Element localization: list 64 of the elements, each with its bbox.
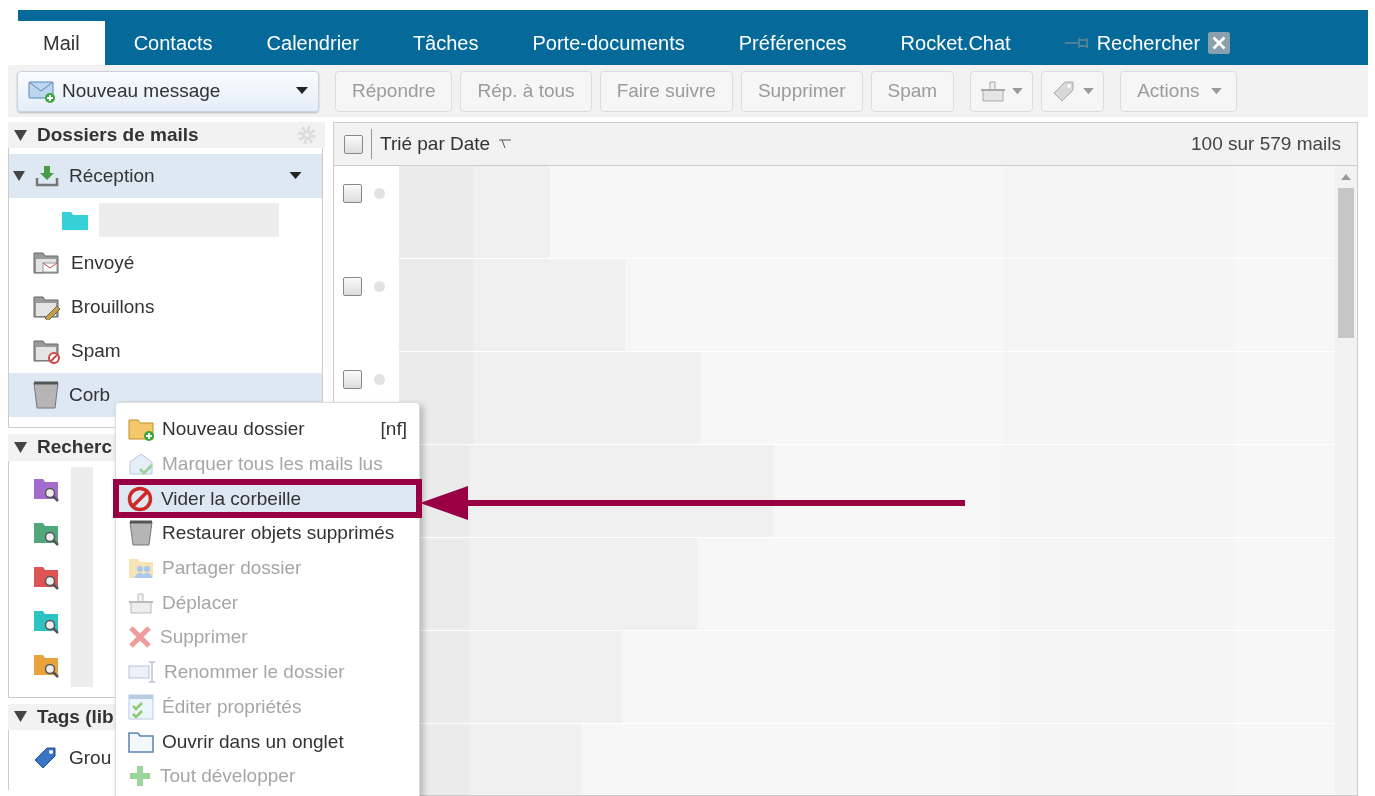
tab[interactable]: Tâches [387, 21, 504, 65]
folder-label[interactable]: Envoyé [71, 252, 135, 275]
unread-dot[interactable] [374, 188, 385, 199]
shortcut-label: [nf] [380, 418, 407, 441]
caret-icon [1211, 87, 1223, 95]
shared-folder-icon [128, 556, 154, 581]
sort-icon[interactable] [498, 139, 513, 149]
collapse-icon[interactable] [14, 442, 27, 453]
folder-item[interactable]: Réception [9, 154, 322, 199]
tab[interactable]: Rocket.Chat [875, 21, 1036, 65]
folder-label[interactable]: Grou [69, 747, 112, 769]
box-icon [128, 590, 154, 615]
select-all-checkbox[interactable] [344, 134, 363, 154]
folder-pencil-icon [33, 294, 61, 321]
menu-item[interactable]: Restaurer objets supprimés [116, 516, 419, 551]
scroll-up-icon[interactable] [1341, 174, 1351, 180]
collapse-icon[interactable] [14, 711, 27, 723]
scroll-thumb[interactable] [1338, 188, 1354, 338]
checklist-icon [128, 693, 154, 720]
trash-icon [128, 520, 154, 547]
tag-icon [33, 745, 59, 771]
caret-icon [1012, 87, 1024, 95]
folder-label[interactable]: Brouillons [71, 296, 155, 319]
tab[interactable]: Préférences [713, 21, 872, 65]
envelope-plus-icon [28, 79, 56, 103]
row-checkbox[interactable] [343, 370, 362, 389]
sort-label[interactable]: Trié par Date [380, 133, 491, 155]
folder-plus-icon [128, 417, 154, 442]
no-entry-icon [127, 485, 153, 512]
menu-item[interactable]: Ouvrir dans un onglet [116, 724, 419, 759]
caret-icon [296, 87, 308, 95]
trash-icon [33, 381, 59, 410]
section-title: Tags (lib [37, 705, 114, 728]
plus-icon [128, 764, 152, 789]
scrollbar[interactable] [1335, 166, 1357, 795]
unread-dot[interactable] [374, 374, 385, 385]
folder-blocked-icon [33, 338, 61, 365]
tab[interactable]: Calendrier [241, 21, 384, 65]
folder-envelope-icon [33, 250, 61, 277]
row-checkbox[interactable] [343, 184, 362, 203]
box-icon [980, 79, 1007, 103]
caret-icon [1083, 87, 1095, 95]
unread-dot[interactable] [374, 281, 385, 292]
close-icon [128, 625, 152, 650]
collapse-icon[interactable] [14, 129, 27, 141]
tab[interactable]: Porte-documents [507, 21, 710, 65]
pin-icon [1064, 36, 1091, 50]
rename-icon [128, 660, 156, 685]
mail-count: 100 sur 579 mails [1191, 133, 1341, 155]
caret-icon[interactable] [289, 172, 302, 181]
envelope-check-icon [128, 452, 154, 477]
section-header[interactable]: Dossiers de mails [8, 122, 325, 149]
tab[interactable]: Mail [18, 21, 105, 65]
folder-label[interactable]: Spam [71, 340, 121, 363]
collapse-icon[interactable] [13, 171, 25, 182]
tab[interactable]: Rechercher [1039, 21, 1256, 65]
menu-item[interactable]: Vider la corbeille [115, 481, 420, 517]
section-title: Recherc [37, 436, 112, 459]
new-message-button[interactable]: Nouveau message [17, 70, 319, 112]
section-title: Dossiers de mails [37, 124, 199, 147]
tab[interactable]: Contacts [108, 21, 238, 65]
close-icon[interactable] [1208, 32, 1231, 54]
row-checkbox[interactable] [343, 277, 362, 296]
inbox-icon [35, 165, 59, 188]
